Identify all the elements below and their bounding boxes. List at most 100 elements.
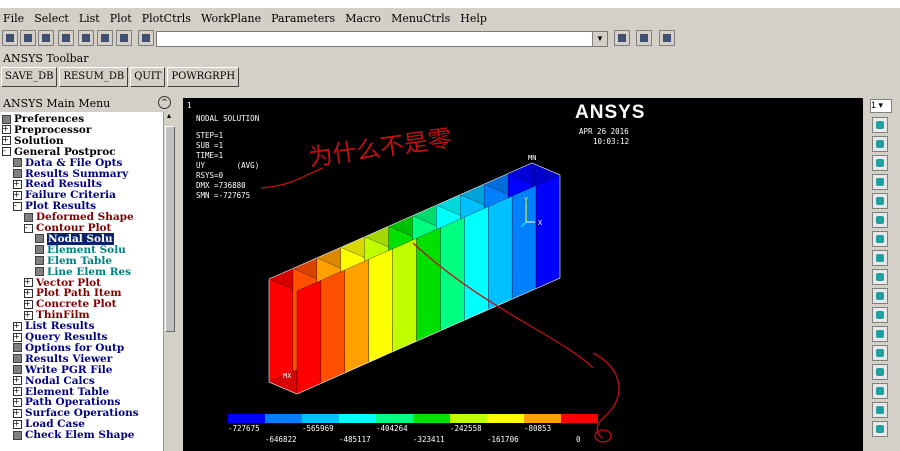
menu-item-icon	[13, 158, 22, 168]
tree-scrollbar[interactable]: ▲	[163, 112, 175, 451]
main-menu-tree: Preferences + Preprocessor + Solution - Genera…	[0, 112, 163, 451]
menu-plotctrls[interactable]: PlotCtrls	[142, 12, 191, 25]
chevron-down-icon[interactable]: ▼	[592, 32, 607, 46]
command-input[interactable]: ▼	[156, 31, 608, 47]
expand-icon: +	[2, 135, 11, 146]
back-view-icon[interactable]	[872, 174, 888, 190]
menu-item-icon	[35, 234, 44, 244]
zoom-in-icon[interactable]	[872, 326, 888, 342]
menu-list[interactable]: List	[79, 12, 100, 25]
menu-plot[interactable]: Plot	[110, 12, 132, 25]
expand-icon: +	[13, 321, 22, 331]
legend-swatch	[487, 414, 524, 423]
contour-band-front	[488, 195, 513, 310]
legend-swatch	[413, 414, 450, 423]
scroll-thumb[interactable]	[165, 126, 175, 332]
contour-band-front	[368, 248, 393, 363]
scroll-up-icon[interactable]: ▲	[165, 113, 173, 121]
quit-button[interactable]: QUIT	[130, 67, 166, 87]
legend-swatch	[561, 414, 598, 423]
expand-icon: +	[24, 277, 33, 287]
rotate-down-icon[interactable]	[872, 421, 888, 437]
contour-band-front	[344, 259, 369, 374]
rotate-right-icon[interactable]	[872, 383, 888, 399]
collapse-icon[interactable]: ^	[158, 96, 171, 109]
menu-item-icon	[13, 354, 22, 364]
tree-item-label: Check Elem Shape	[25, 429, 135, 442]
menu-item-icon	[2, 114, 11, 124]
iso-view-icon[interactable]	[872, 117, 888, 133]
menu-menuctrls[interactable]: MenuCtrls	[391, 12, 450, 25]
resum-db-button[interactable]: RESUM_DB	[59, 67, 129, 87]
collapse-icon: -	[24, 223, 33, 233]
zoom-back-icon[interactable]	[872, 307, 888, 323]
expand-icon: +	[13, 386, 22, 396]
legend-swatch	[302, 414, 339, 423]
command-icon[interactable]	[138, 30, 154, 46]
legend-value-bottom: -485117	[339, 435, 371, 444]
menu-item-icon	[13, 169, 22, 178]
zoom-icon[interactable]	[872, 269, 888, 285]
menu-workplane[interactable]: WorkPlane	[201, 12, 261, 25]
main-menu-title: ANSYS Main Menu	[3, 97, 111, 110]
legend-value-bottom: -323411	[413, 435, 445, 444]
expand-icon: +	[13, 408, 22, 418]
legend-value-bottom: -646822	[265, 435, 297, 444]
menu-item-icon	[13, 430, 22, 440]
zoom-box-icon[interactable]	[872, 288, 888, 304]
open-icon[interactable]	[20, 30, 36, 46]
save-db-button[interactable]: SAVE_DB	[1, 67, 58, 87]
menu-parameters[interactable]: Parameters	[271, 12, 335, 25]
reset-picking-icon[interactable]	[636, 30, 652, 46]
contour-plot: MN MX Y X -727675 -565969 -404264 -242558 -8…	[228, 124, 620, 444]
contour-band-front	[320, 269, 345, 384]
window-select[interactable]: 1 ▾	[870, 99, 892, 113]
contour-band-front	[464, 206, 489, 321]
rotate-left-icon[interactable]	[872, 364, 888, 380]
bottom-view-icon[interactable]	[872, 212, 888, 228]
contour-band-front	[392, 238, 417, 353]
menu-select[interactable]: Select	[34, 12, 69, 25]
window-titlebar	[0, 0, 900, 8]
legend-swatch	[339, 414, 376, 423]
legend-swatch	[450, 414, 487, 423]
top-view-icon[interactable]	[872, 193, 888, 209]
legend-value-top: -242558	[450, 424, 482, 433]
raise-hidden-icon[interactable]	[614, 30, 630, 46]
menu-item-icon	[35, 245, 44, 255]
save-icon[interactable]	[38, 30, 54, 46]
menu-file[interactable]: File	[3, 12, 24, 25]
rotate-up-icon[interactable]	[872, 402, 888, 418]
legend-swatch	[265, 414, 302, 423]
legend-value-top: -727675	[228, 424, 260, 433]
expand-icon: +	[13, 397, 22, 407]
front-view-icon[interactable]	[872, 155, 888, 171]
help-icon[interactable]	[116, 30, 132, 46]
oblique-view-icon[interactable]	[872, 136, 888, 152]
expand-icon: +	[24, 310, 33, 320]
left-view-icon[interactable]	[872, 231, 888, 247]
menu-help[interactable]: Help	[460, 12, 487, 25]
legend-value-top: -565969	[302, 424, 334, 433]
graphics-window[interactable]: 1 NODAL SOLUTION STEP=1 SUB =1 TIME=1 UY (A…	[183, 98, 863, 451]
save-as-icon[interactable]	[58, 30, 74, 46]
ansys-toolbar: SAVE_DB RESUM_DB QUIT POWRGRPH	[0, 67, 240, 89]
zoom-out-icon[interactable]	[872, 345, 888, 361]
powrgrph-button[interactable]: POWRGRPH	[167, 67, 240, 87]
contour-band-front	[535, 174, 561, 289]
contour-band-front	[296, 280, 322, 395]
contour-legend: -727675 -565969 -404264 -242558 -80853 -64682…	[228, 414, 598, 444]
tree-item-check-elem-shape[interactable]: Check Elem Shape	[13, 430, 134, 441]
menu-item-icon	[13, 343, 22, 353]
menu-macro[interactable]: Macro	[345, 12, 381, 25]
new-icon[interactable]	[2, 30, 18, 46]
report-icon[interactable]	[97, 30, 113, 46]
right-view-icon[interactable]	[872, 250, 888, 266]
collapse-icon: -	[2, 146, 11, 157]
toolbar-label: ANSYS Toolbar	[3, 52, 89, 65]
contact-manager-icon[interactable]	[659, 30, 675, 46]
legend-swatch	[228, 414, 265, 423]
contour-band-front	[416, 227, 441, 342]
expand-icon: +	[2, 124, 11, 135]
print-icon[interactable]	[78, 30, 94, 46]
